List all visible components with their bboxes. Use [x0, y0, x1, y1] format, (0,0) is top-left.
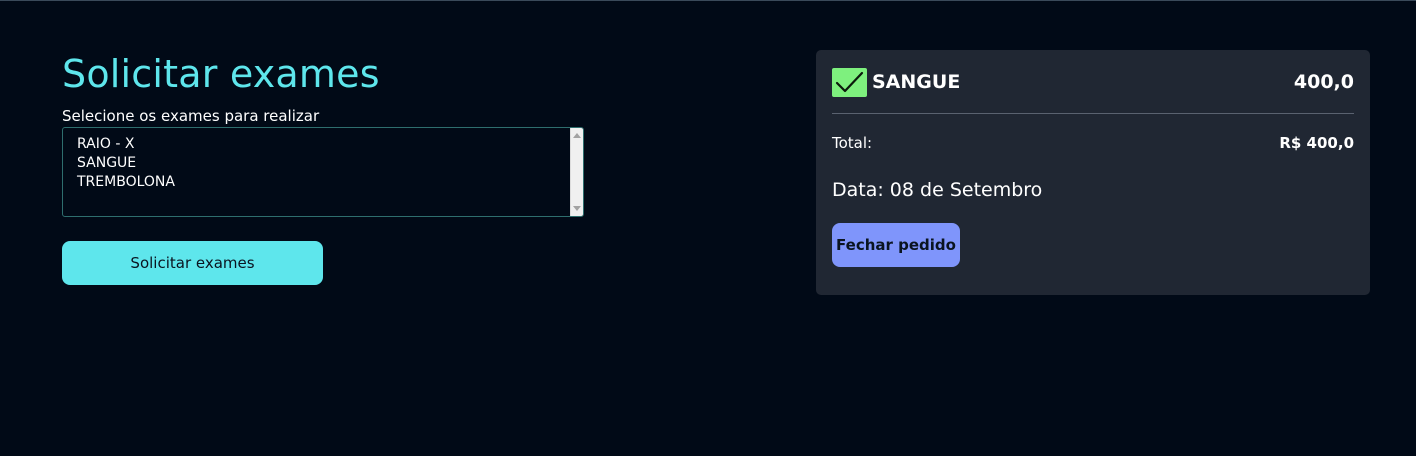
order-item-price: 400,0 [1293, 71, 1354, 93]
scroll-up-icon[interactable] [573, 133, 581, 138]
order-item-row: SANGUE 400,0 [832, 50, 1354, 114]
total-label: Total: [832, 134, 873, 152]
exam-option-raio-x[interactable]: RAIO - X [77, 135, 175, 154]
order-item-name: SANGUE [872, 71, 961, 93]
exam-options: RAIO - X SANGUE TREMBOLONA [77, 135, 175, 192]
exam-option-sangue[interactable]: SANGUE [77, 154, 175, 173]
exam-request-section: Solicitar exames Selecione os exames par… [62, 51, 584, 285]
page-title: Solicitar exames [62, 52, 380, 96]
order-date: Data: 08 de Setembro [832, 179, 1043, 201]
order-summary-card: SANGUE 400,0 Total: R$ 400,0 Data: 08 de… [816, 50, 1370, 295]
listbox-scrollbar[interactable] [570, 128, 583, 216]
request-exams-button[interactable]: Solicitar exames [62, 241, 323, 285]
order-total-row: Total: R$ 400,0 [832, 114, 1354, 152]
exam-select-label: Selecione os exames para realizar [62, 107, 320, 125]
exam-option-trembolona[interactable]: TREMBOLONA [77, 173, 175, 192]
exam-listbox[interactable]: RAIO - X SANGUE TREMBOLONA [62, 127, 584, 217]
total-value: R$ 400,0 [1279, 134, 1354, 152]
scroll-down-icon[interactable] [573, 206, 581, 211]
close-order-button[interactable]: Fechar pedido [832, 223, 960, 267]
check-icon[interactable] [832, 68, 867, 97]
